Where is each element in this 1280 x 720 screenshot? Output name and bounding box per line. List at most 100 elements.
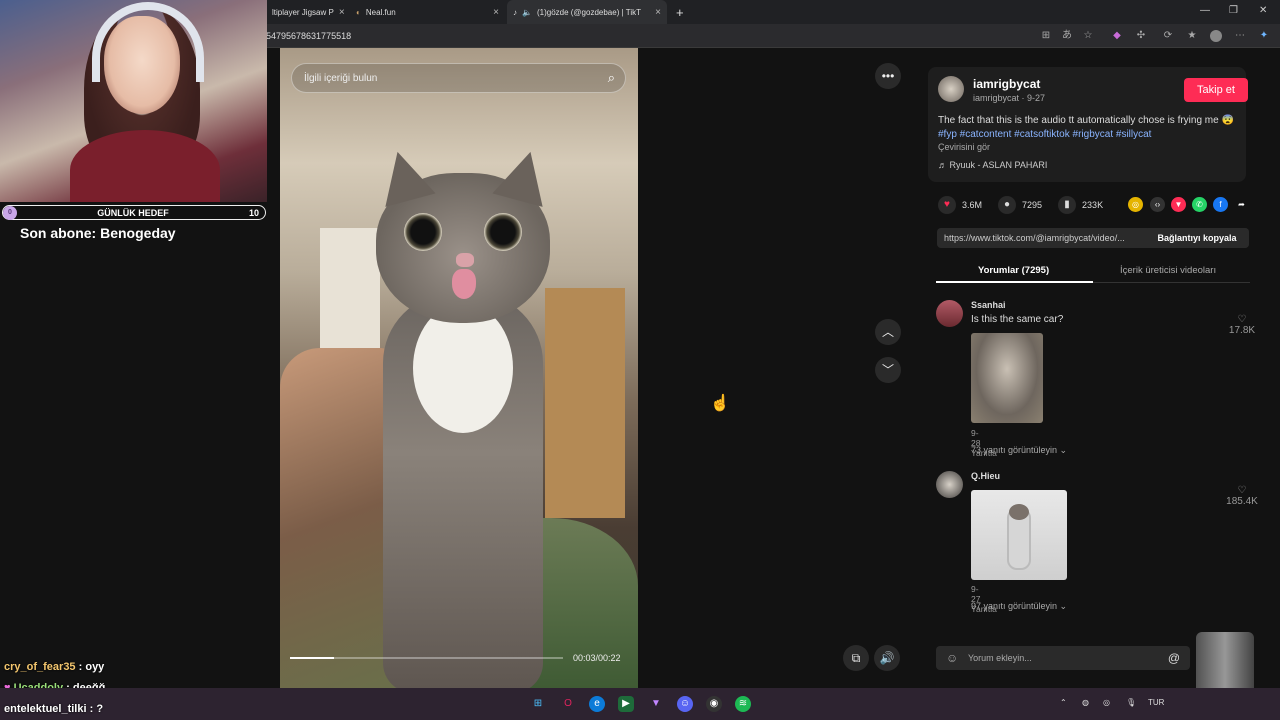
puzzle-icon[interactable]: ✣ xyxy=(1135,30,1147,42)
search-placeholder: İlgili içeriği bulun xyxy=(304,73,378,84)
opera-icon[interactable]: O xyxy=(560,696,576,712)
facebook-icon[interactable]: f xyxy=(1213,197,1228,212)
chat-sep: : xyxy=(86,703,97,715)
taskbar: ⊞ O e ▶ ▼ ☺ ◉ ≋ ⌃ ◍ ◎ 🎙 TUR xyxy=(0,688,1280,720)
comment-like[interactable]: ♡ 17.8K xyxy=(1222,314,1262,336)
more-options-icon[interactable]: ••• xyxy=(875,63,901,89)
cat-eye xyxy=(484,213,522,251)
bookmark-icon[interactable]: ▮ xyxy=(1058,196,1077,214)
heart-icon[interactable]: ♥ xyxy=(938,196,956,214)
comment-author[interactable]: Q.Hieu xyxy=(971,471,1000,481)
chat-user: cry_of_fear35 xyxy=(4,661,76,673)
volume-icon[interactable]: 🔊 xyxy=(874,645,900,671)
tab-creator-videos[interactable]: İçerik üreticisi videoları xyxy=(1120,265,1216,276)
tab-tiktok[interactable]: ♪ 🔈 (1)gözde (@gozdebae) | TikT × xyxy=(507,0,667,24)
active-tab-underline xyxy=(936,281,1093,283)
chevron-up-icon[interactable]: ⌃ xyxy=(1060,698,1067,707)
tray-app-icon[interactable]: ◎ xyxy=(1103,698,1110,707)
comments-count: 7295 xyxy=(1022,200,1043,210)
whatsapp-icon[interactable]: ✆ xyxy=(1192,197,1207,212)
microphone-icon[interactable]: 🎙 xyxy=(1126,698,1136,707)
heart-outline-icon[interactable]: ♡ xyxy=(1222,485,1262,496)
copy-link-button[interactable]: Bağlantıyı kopyala xyxy=(1145,228,1249,248)
extension-icon[interactable]: ◆ xyxy=(1111,30,1123,42)
stream-left-panel xyxy=(0,222,280,697)
comment-image[interactable] xyxy=(971,333,1043,423)
grid-icon[interactable]: ⊞ xyxy=(1040,30,1052,42)
copilot-icon[interactable]: ✦ xyxy=(1258,30,1270,42)
view-replies-link[interactable]: 73 yanıtı görüntüleyin ⌄ xyxy=(971,445,1067,456)
post-stats: ♥ 3.6M ● 7295 ▮ 233K xyxy=(938,196,1103,214)
chevron-up-icon[interactable]: ︿ xyxy=(875,319,901,345)
tab-title: ltiplayer Jigsaw P xyxy=(272,7,334,17)
comment-input[interactable]: ☺ Yorum ekleyin... @ xyxy=(936,646,1190,670)
embed-icon[interactable]: ‹› xyxy=(1150,197,1165,212)
new-tab-button[interactable]: + xyxy=(670,0,690,24)
favorites-icon[interactable]: ★ xyxy=(1186,30,1198,42)
daily-goal-bar: 0 GÜNLÜK HEDEF 10 xyxy=(2,205,266,220)
edge-icon[interactable]: e xyxy=(589,696,605,712)
chat-text: oyy xyxy=(85,661,105,673)
comment-image[interactable] xyxy=(971,490,1067,580)
windows-start-icon[interactable]: ⊞ xyxy=(530,696,546,712)
chat-sep: : xyxy=(75,661,86,673)
post-username[interactable]: iamrigbycat xyxy=(973,77,1040,91)
url-text[interactable]: 54795678631775518 xyxy=(266,31,351,41)
music-link[interactable]: ♬ Ryuuk - ASLAN PAHARI xyxy=(938,160,1047,170)
more-icon[interactable]: ⋯ xyxy=(1234,30,1246,42)
share-arrow-icon[interactable]: ➦ xyxy=(1234,197,1249,212)
sync-icon[interactable]: ⟳ xyxy=(1162,30,1174,42)
video-player[interactable] xyxy=(280,48,638,688)
cat-nose xyxy=(456,253,474,267)
tray-app-icon[interactable]: ◍ xyxy=(1082,698,1089,707)
tiktok-icon: ♪ xyxy=(513,7,517,17)
comment-like[interactable]: ♡ 185.4K xyxy=(1222,485,1262,507)
vpn-icon[interactable]: ▼ xyxy=(648,696,664,712)
tab-comments[interactable]: Yorumlar (7295) xyxy=(978,265,1049,276)
chat-message: entelektuel_tilki : ? xyxy=(4,703,103,715)
avatar[interactable] xyxy=(936,300,963,327)
video-progress-bar[interactable] xyxy=(290,657,563,659)
tab-title: Neal.fun xyxy=(365,7,396,17)
mention-icon[interactable]: @ xyxy=(1168,651,1180,665)
share-coin-icon[interactable]: ◎ xyxy=(1128,197,1143,212)
maximize-icon[interactable]: ❐ xyxy=(1229,5,1238,16)
comment-icon[interactable]: ● xyxy=(998,196,1017,214)
emoji-icon[interactable]: ☺ xyxy=(946,651,958,665)
avatar[interactable] xyxy=(936,471,963,498)
comment-author[interactable]: Ssanhai xyxy=(971,300,1006,310)
translate-link[interactable]: Çevirisini gör xyxy=(938,142,990,152)
discord-icon[interactable]: ☺ xyxy=(677,696,693,712)
follow-button[interactable]: Takip et xyxy=(1184,78,1248,102)
close-icon[interactable]: × xyxy=(655,7,661,18)
star-icon[interactable]: ☆ xyxy=(1082,30,1094,42)
language-indicator[interactable]: TUR xyxy=(1148,698,1164,707)
obs-icon[interactable]: ◉ xyxy=(706,696,722,712)
profile-icon[interactable] xyxy=(1210,30,1222,42)
search-input[interactable]: İlgili içeriği bulun ⌕ xyxy=(291,63,626,93)
heart-outline-icon[interactable]: ♡ xyxy=(1222,314,1262,325)
terminal-icon[interactable]: ▶ xyxy=(618,696,634,712)
close-icon[interactable]: × xyxy=(493,7,499,18)
send-icon[interactable]: ▼ xyxy=(1171,197,1186,212)
cat xyxy=(358,145,568,688)
tab-title: (1)gözde (@gozdebae) | TikT xyxy=(536,7,641,17)
minimize-icon[interactable]: — xyxy=(1200,5,1210,16)
view-replies-link[interactable]: 97 yanıtı görüntüleyin ⌄ xyxy=(971,601,1067,612)
chevron-down-icon[interactable]: ﹀ xyxy=(875,357,901,383)
hashtags[interactable]: #fyp #catcontent #catsoftiktok #rigbycat… xyxy=(938,129,1151,140)
cat-ear xyxy=(372,145,436,207)
tab-jigsaw[interactable]: ltiplayer Jigsaw P × xyxy=(266,0,346,24)
spotify-icon[interactable]: ≋ xyxy=(735,696,751,712)
comment-likes-count: 185.4K xyxy=(1226,496,1258,507)
close-icon[interactable]: × xyxy=(339,7,345,18)
tab-nealfun[interactable]: ◐ Neal.fun × xyxy=(350,0,505,24)
pip-icon[interactable]: ⧉ xyxy=(843,645,869,671)
close-window-icon[interactable]: ✕ xyxy=(1259,5,1267,16)
goal-label: GÜNLÜK HEDEF xyxy=(97,207,169,218)
comment-tabs: Yorumlar (7295) İçerik üreticisi videola… xyxy=(936,260,1250,283)
search-icon[interactable]: ⌕ xyxy=(608,70,615,86)
speaker-icon: 🔈 xyxy=(522,7,532,17)
avatar[interactable] xyxy=(938,76,964,102)
translate-icon[interactable]: あ xyxy=(1061,30,1073,42)
